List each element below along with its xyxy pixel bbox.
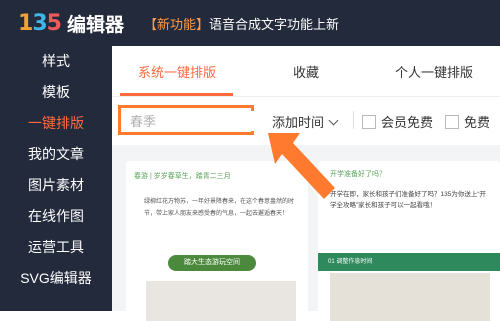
logo-mark: 135	[18, 10, 62, 36]
tab-favorites[interactable]: 收藏	[293, 62, 319, 81]
tab-system-layout[interactable]: 系统一键排版	[138, 62, 216, 81]
card-image	[330, 273, 490, 321]
active-tab-indicator	[120, 93, 233, 96]
sidebar-item-ops-tools[interactable]: 运营工具	[0, 232, 112, 263]
notice-tag: 【新功能】	[144, 17, 210, 32]
sort-dropdown[interactable]: 添加时间	[272, 112, 339, 131]
member-free-label: 会员免费	[381, 115, 434, 130]
card-text: 开学在即，家长和孩子们准备好了吗？135为你送上“开学全攻略”家长和孩子可以一起…	[330, 191, 487, 209]
sidebar-item-online-design[interactable]: 在线作图	[0, 201, 112, 232]
notice-text: 语音合成文字功能上新	[209, 17, 340, 32]
checkbox-icon	[362, 114, 376, 129]
new-feature-notice[interactable]: 【新功能】语音合成文字功能上新	[144, 14, 339, 33]
tab-personal-layout[interactable]: 个人一键排版	[395, 62, 473, 81]
sidebar-item-my-articles[interactable]: 我的文章	[0, 139, 112, 170]
logo[interactable]: 135 编辑器	[18, 10, 124, 36]
sidebar-item-image-assets[interactable]: 图片素材	[0, 170, 112, 201]
sidebar: 样式 模板 一键排版 我的文章 图片素材 在线作图 运营工具 SVG编辑器	[0, 46, 112, 311]
free-label: 免费	[464, 115, 491, 130]
member-free-checkbox[interactable]: 会员免费	[362, 112, 433, 131]
template-card[interactable]: 春游 | 岁岁春草生，踏青二三月 绿柳红花万物苏，一年好景降春来，在这个春意盎然…	[126, 161, 308, 321]
main-panel: 系统一键排版 收藏 个人一键排版 添加时间 会员免费 免费 春游 | 岁岁春草生…	[112, 46, 500, 321]
card-title: 开学准备好了吗？	[330, 171, 386, 178]
sort-label: 添加时间	[272, 115, 325, 130]
top-bar: 135 编辑器 【新功能】语音合成文字功能上新	[0, 0, 500, 46]
chevron-down-icon	[328, 115, 339, 126]
search-input[interactable]	[124, 111, 256, 131]
free-checkbox[interactable]: 免费	[445, 112, 490, 131]
card-pill: 踏大生态游玩空间	[168, 255, 256, 271]
filter-bar: 添加时间 会员免费 免费	[112, 97, 500, 145]
search-highlight	[118, 105, 256, 135]
checkbox-icon	[445, 114, 459, 129]
card-title: 春游 | 岁岁春草生，踏青二三月	[134, 173, 231, 180]
logo-text: 编辑器	[66, 14, 124, 36]
template-card[interactable]: 开学准备好了吗？ 开学在即，家长和孩子们准备好了吗？135为你送上“开学全攻略”…	[318, 161, 500, 321]
card-section-bar: 01 调整作息时间	[318, 253, 500, 271]
card-text: 绿柳红花万物苏，一年好景降春来，在这个春意盎然的时节，带上家人朋友来感受春的气息…	[144, 199, 295, 217]
sidebar-item-styles[interactable]: 样式	[0, 46, 112, 77]
sidebar-item-templates[interactable]: 模板	[0, 77, 112, 108]
divider	[353, 111, 354, 129]
sidebar-item-one-click-layout[interactable]: 一键排版	[0, 108, 112, 139]
sidebar-item-svg-editor[interactable]: SVG编辑器	[0, 263, 112, 294]
card-image	[146, 281, 296, 321]
tab-bar: 系统一键排版 收藏 个人一键排版	[112, 46, 500, 97]
